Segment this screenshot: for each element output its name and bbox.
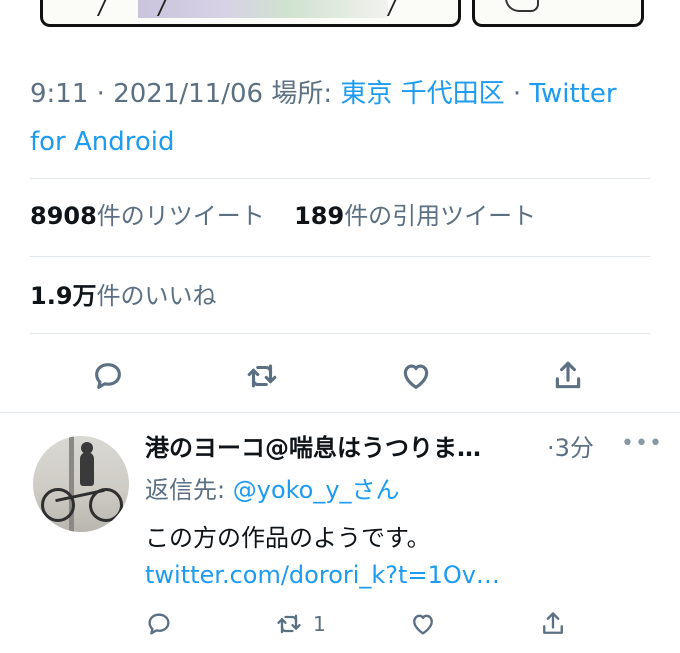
divider xyxy=(0,412,680,413)
mention-link[interactable]: @yoko_y_さん xyxy=(233,476,400,504)
reply-reply-button[interactable] xyxy=(145,606,173,642)
divider xyxy=(30,333,650,334)
reply-display-name[interactable]: 港のヨーコ@喘息はうつりま… xyxy=(145,428,525,468)
avatar[interactable] xyxy=(33,436,129,532)
reply-text: この方の作品のようです。 xyxy=(145,524,431,552)
likes-stats[interactable]: 1.9万件のいいね xyxy=(30,278,217,314)
share-icon xyxy=(543,612,563,634)
reply-retweet-button[interactable]: 1 xyxy=(275,606,326,642)
share-button[interactable] xyxy=(548,358,588,394)
likes-count: 1.9万 xyxy=(30,282,97,310)
place-link[interactable]: 東京 千代田区 xyxy=(340,79,504,109)
retweet-icon xyxy=(247,364,277,388)
heart-icon xyxy=(403,364,429,389)
likes-label: 件のいいね xyxy=(96,282,217,310)
meta-separator: · xyxy=(96,79,105,109)
divider xyxy=(30,178,650,179)
share-icon xyxy=(555,361,581,389)
media-panel-left xyxy=(40,0,461,27)
replying-to-label: 返信先: xyxy=(145,476,226,504)
more-options-icon[interactable]: ••• xyxy=(621,424,663,464)
tweet-action-bar xyxy=(0,350,680,402)
meta-separator: · xyxy=(512,79,522,109)
like-button[interactable] xyxy=(396,358,436,394)
reply-tweet[interactable]: 港のヨーコ@喘息はうつりま… ·3分 ••• 返信先: @yoko_y_さん こ… xyxy=(145,428,662,592)
retweets-label: 件のリツイート xyxy=(96,202,265,230)
reply-share-button[interactable] xyxy=(539,606,567,642)
quotes-count: 189 xyxy=(294,202,345,230)
quotes-label: 件の引用ツイート xyxy=(344,202,537,230)
tweet-media-image[interactable] xyxy=(0,0,680,40)
retweet-count: 1 xyxy=(313,612,326,636)
retweet-button[interactable] xyxy=(242,358,282,394)
place-label: 場所: xyxy=(271,79,333,109)
reply-time: ·3分 xyxy=(547,434,594,462)
reply-icon xyxy=(95,363,121,389)
divider xyxy=(30,256,650,257)
replying-to: 返信先: @yoko_y_さん xyxy=(145,470,655,510)
retweet-stats[interactable]: 8908件のリツイート 189件の引用ツイート xyxy=(30,198,536,234)
reply-like-button[interactable] xyxy=(409,606,437,642)
reply-action-bar: 1 xyxy=(145,606,575,646)
reply-link[interactable]: twitter.com/dorori_k?t=1Ov… xyxy=(145,558,655,592)
reply-header: 港のヨーコ@喘息はうつりま… ·3分 ••• xyxy=(145,428,662,468)
tweet-date: 2021/11/06 xyxy=(113,79,264,109)
retweet-icon xyxy=(277,614,301,634)
reply-icon xyxy=(148,613,170,635)
tweet-meta: 9:11 · 2021/11/06 場所: 東京 千代田区 · Twitter … xyxy=(30,70,655,166)
heart-icon xyxy=(413,614,433,635)
media-panel-right xyxy=(472,0,644,27)
tweet-time: 9:11 xyxy=(30,79,89,109)
retweets-count: 8908 xyxy=(30,202,97,230)
reply-button[interactable] xyxy=(88,358,128,394)
